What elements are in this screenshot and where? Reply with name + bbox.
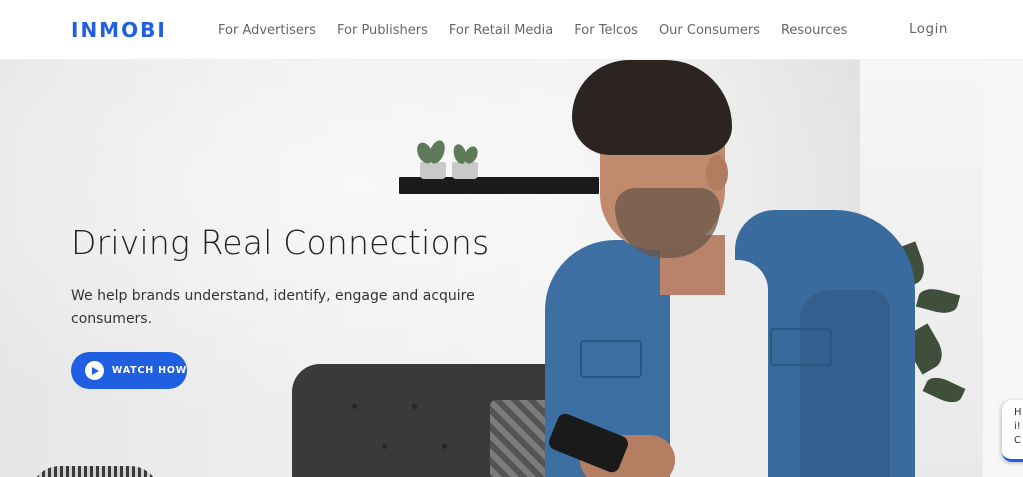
chat-widget[interactable]: H i! C [1002,400,1023,462]
hair [572,60,732,155]
main-nav: For Advertisers For Publishers For Retai… [218,0,868,60]
site-header: INMOBI For Advertisers For Publishers Fo… [0,0,1023,60]
hero-subtext: We help brands understand, identify, eng… [71,288,475,327]
nav-item-for-retail-media[interactable]: For Retail Media [449,23,553,38]
man-with-phone [0,60,1023,477]
inmobi-logo[interactable]: INMOBI [71,18,167,42]
watch-how-button[interactable]: WATCH HOW [71,352,187,389]
chat-line: H [1014,407,1022,418]
nav-item-resources[interactable]: Resources [781,23,847,38]
ear [706,155,728,191]
jacket-shadow [800,290,890,477]
jacket-pocket [580,340,642,378]
chat-line: C [1014,435,1021,446]
logo-text: INMOBI [71,18,167,42]
nav-item-our-consumers[interactable]: Our Consumers [659,23,760,38]
play-triangle [91,366,99,375]
chat-line: i! [1014,421,1021,432]
nav-item-for-publishers[interactable]: For Publishers [337,23,428,38]
hero-headline: Driving Real Connections [71,223,490,262]
login-link[interactable]: Login [909,21,948,37]
nav-item-for-telcos[interactable]: For Telcos [574,23,638,38]
jacket-pocket [770,328,832,366]
nav-item-for-advertisers[interactable]: For Advertisers [218,23,316,38]
watch-how-label: WATCH HOW [111,365,187,376]
hero-section: Driving Real Connections We help brands … [0,60,1023,477]
play-icon [85,361,104,380]
